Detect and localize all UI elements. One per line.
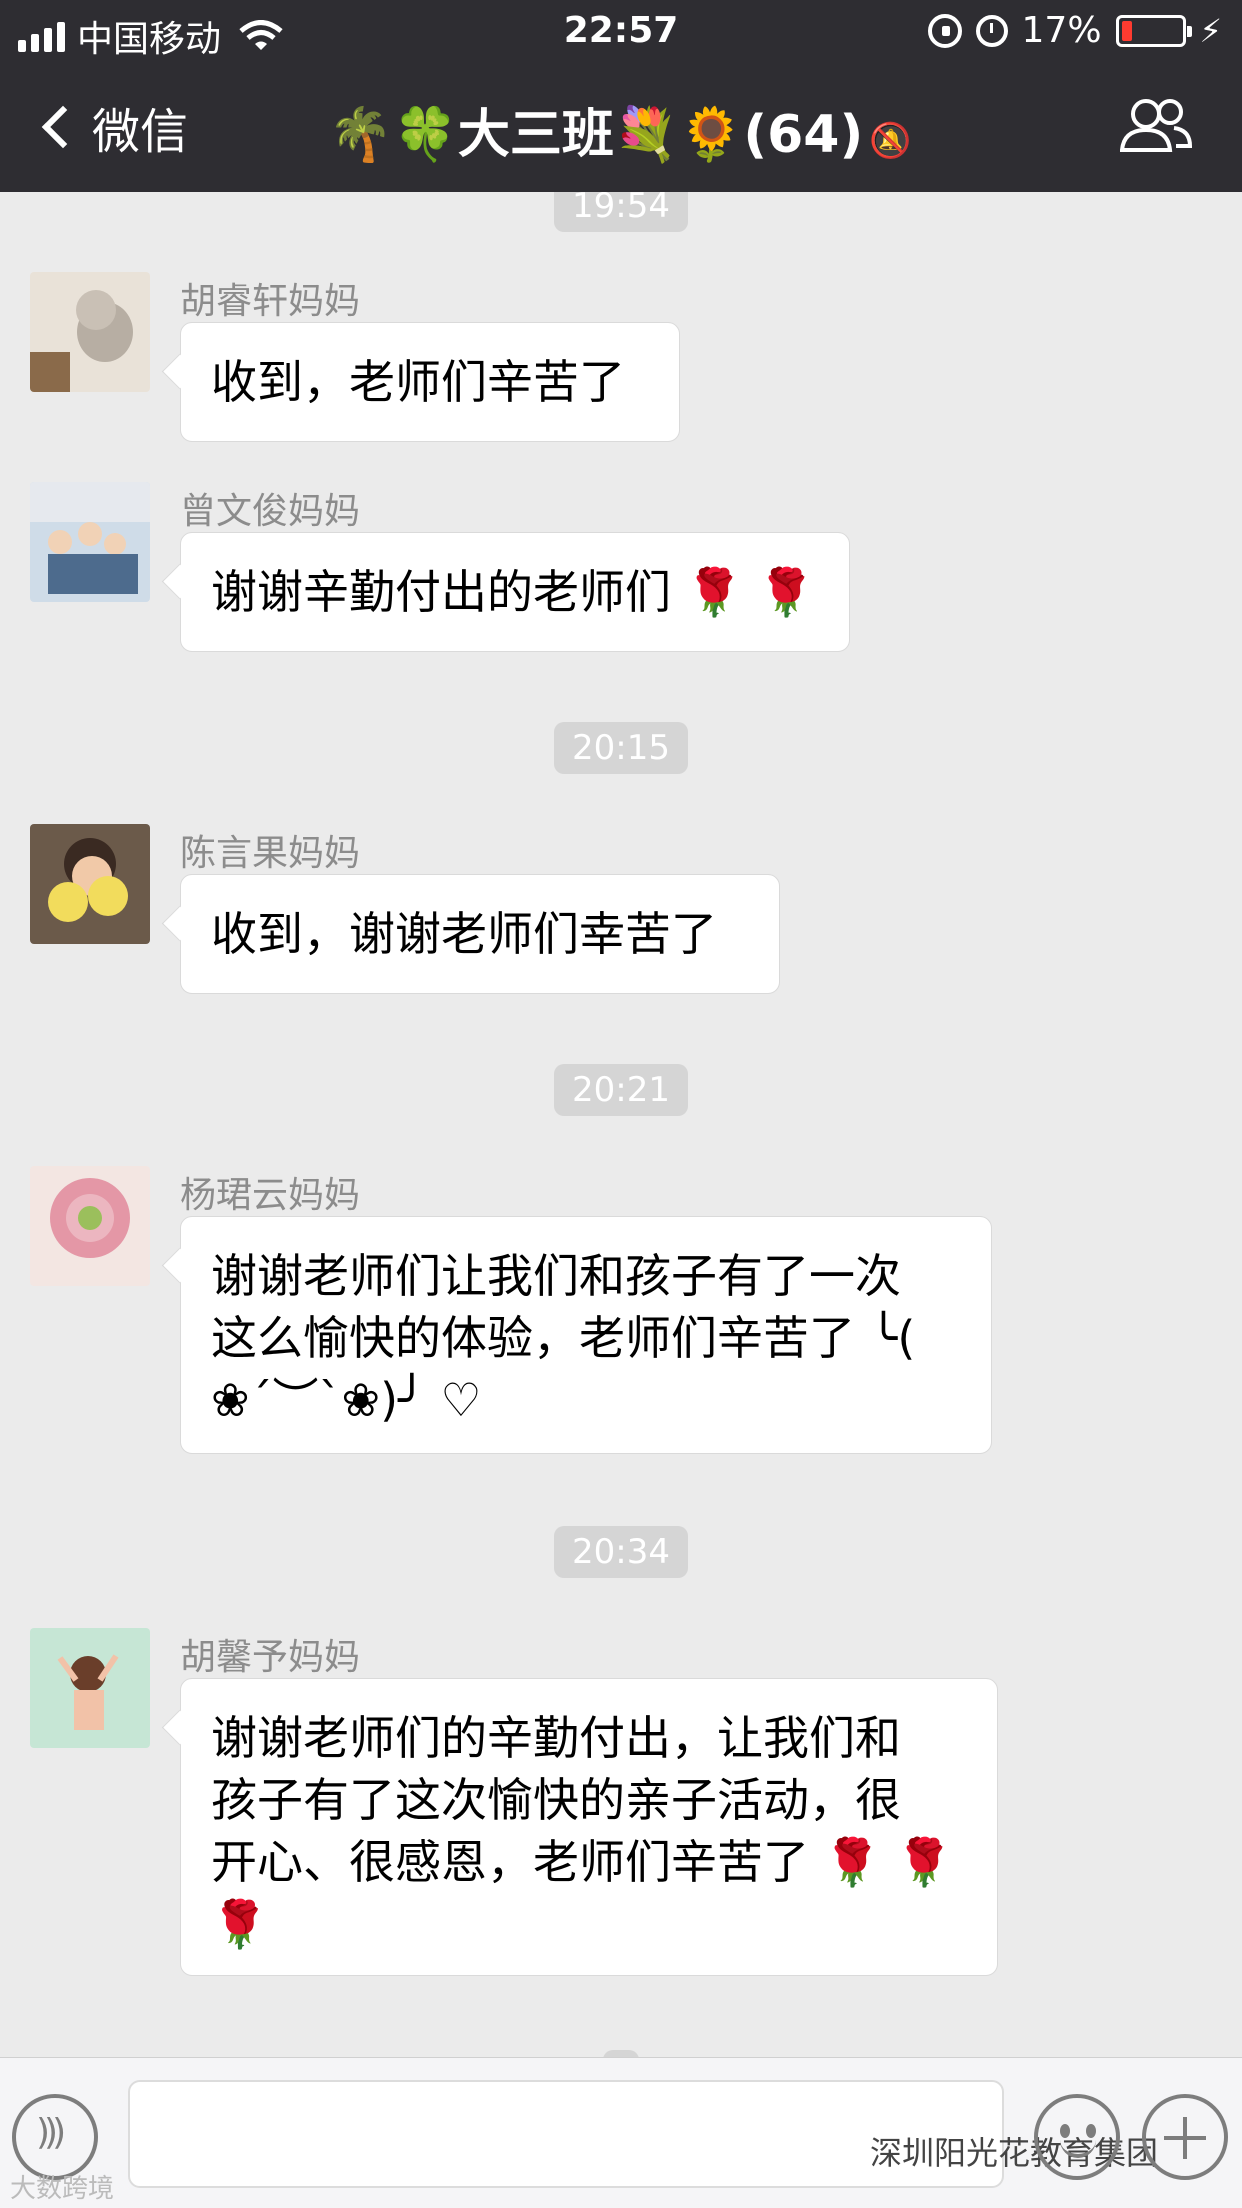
- back-button[interactable]: 微信: [38, 92, 188, 162]
- status-right: 17% ⚡: [927, 10, 1222, 51]
- chat-area[interactable]: 19:54 胡睿轩妈妈 收到，老师们辛苦了 曾文俊妈妈 谢谢辛勤付出的老师们 🌹…: [0, 192, 1242, 2057]
- message-bubble[interactable]: 收到，老师们辛苦了: [180, 322, 680, 442]
- timestamp: 19:54: [554, 192, 688, 232]
- message-text: 收到，老师们辛苦了: [211, 355, 625, 409]
- battery-fill: [1121, 20, 1132, 41]
- input-bar: 深圳阳光花教育集团 大数跨境: [0, 2057, 1242, 2208]
- rose-emoji: 🌹: [211, 1897, 269, 1951]
- watermark-logo-text: 大数跨境: [10, 2174, 115, 2204]
- message-bubble[interactable]: 谢谢老师们的辛勤付出，让我们和 孩子有了这次愉快的亲子活动，很 开心、很感恩，老…: [180, 1678, 998, 1976]
- message-bubble[interactable]: 谢谢辛勤付出的老师们 🌹 🌹: [180, 532, 850, 652]
- rotation-lock-icon: [927, 13, 962, 48]
- sender-name: 陈言果妈妈: [180, 833, 361, 874]
- rose-emoji: 🌹 🌹: [685, 565, 815, 619]
- avatar[interactable]: [30, 272, 150, 392]
- message-text: 谢谢辛勤付出的老师们: [211, 565, 671, 619]
- message-line: 谢谢老师们让我们和孩子有了一次: [211, 1249, 901, 1303]
- avatar[interactable]: [30, 1628, 150, 1748]
- mute-icon: 🔕: [869, 121, 912, 161]
- chat-title-text: 🌴🍀大三班💐🌻(64): [328, 105, 864, 165]
- timestamp: 20:34: [554, 1526, 688, 1578]
- battery-icon: [1115, 14, 1192, 47]
- message-line: 孩子有了这次愉快的亲子活动，很: [211, 1773, 901, 1827]
- timestamp-partial: [603, 2050, 639, 2057]
- message-line-text: 开心、很感恩，老师们辛苦了: [211, 1835, 809, 1889]
- message-text: 收到，谢谢老师们幸苦了: [211, 907, 717, 961]
- group-members-icon[interactable]: [1120, 98, 1192, 154]
- message-line: 谢谢老师们的辛勤付出，让我们和: [211, 1711, 901, 1765]
- message-bubble[interactable]: 谢谢老师们让我们和孩子有了一次 这么愉快的体验，老师们辛苦了 ╰( ❀´︶`❀)…: [180, 1216, 992, 1454]
- emoji-icon[interactable]: [1034, 2094, 1120, 2180]
- message-line: 这么愉快的体验，老师们辛苦了 ╰(: [211, 1311, 916, 1365]
- sender-name: 胡馨予妈妈: [180, 1637, 361, 1678]
- status-bar: 中国移动 22:57 17% ⚡: [0, 0, 1242, 62]
- message-line: ❀´︶`❀)╯ ♡: [211, 1373, 482, 1427]
- alarm-icon: [975, 14, 1008, 47]
- sender-name: 杨珺云妈妈: [180, 1175, 361, 1216]
- timestamp: 20:21: [554, 1064, 688, 1116]
- avatar[interactable]: [30, 482, 150, 602]
- back-label: 微信: [92, 104, 189, 160]
- sender-name: 胡睿轩妈妈: [180, 281, 361, 322]
- plus-icon[interactable]: [1142, 2094, 1228, 2180]
- nav-bar: 微信 🌴🍀大三班💐🌻(64) 🔕: [0, 62, 1242, 192]
- top-bar: 中国移动 22:57 17% ⚡ 微信 🌴🍀大三班💐🌻(64) 🔕: [0, 0, 1242, 192]
- message-bubble[interactable]: 收到，谢谢老师们幸苦了: [180, 874, 780, 994]
- charging-icon: ⚡: [1199, 11, 1222, 50]
- chevron-left-icon: [41, 105, 85, 149]
- chat-title: 🌴🍀大三班💐🌻(64) 🔕: [300, 92, 940, 167]
- timestamp: 20:15: [554, 722, 688, 774]
- sender-name: 曾文俊妈妈: [180, 491, 361, 532]
- avatar[interactable]: [30, 1166, 150, 1286]
- message-line: 开心、很感恩，老师们辛苦了 🌹 🌹: [211, 1831, 967, 1893]
- avatar[interactable]: [30, 824, 150, 944]
- rose-emoji: 🌹 🌹: [823, 1835, 953, 1889]
- battery-percent: 17%: [1021, 10, 1102, 51]
